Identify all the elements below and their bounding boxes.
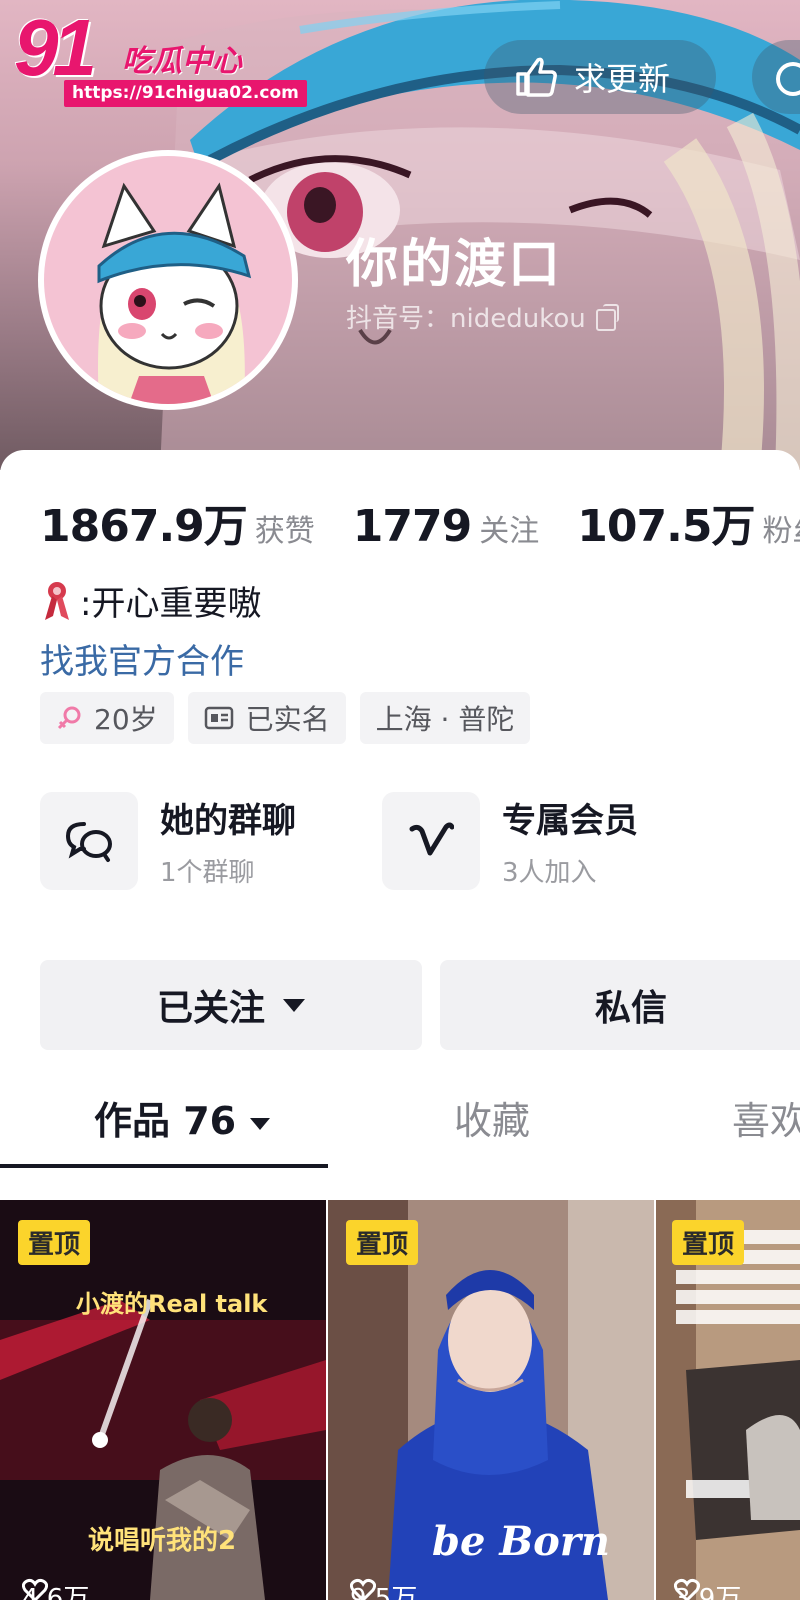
tag-location: 上海 · 普陀 [359,692,531,744]
ribbon-icon [45,581,69,620]
female-icon [57,706,81,730]
membership-title: 专属会员 [502,801,638,841]
id-card-icon [204,706,233,730]
bio-text: :开心重要嗷 [80,584,262,624]
chat-bubbles-icon [65,822,112,862]
tab-likes-label: 喜欢 [732,1099,800,1143]
pointing-hand-icon [516,57,557,97]
cooperation-link[interactable]: 找我官方合作 [40,634,244,683]
profile-nickname: 你的渡口 [346,235,563,295]
heart-icon [350,1578,376,1600]
request-update-button[interactable]: 求更新 [484,40,716,114]
pinned-badge: 置顶 [18,1220,91,1265]
tab-favorites[interactable]: 收藏 [454,1090,530,1145]
active-tab-indicator [0,1164,328,1168]
pinned-badge: 置顶 [672,1220,745,1265]
stat-following[interactable]: 1779 关注 [353,501,539,552]
group-chat-icon-box [40,792,138,890]
tab-likes[interactable]: 喜欢 [732,1090,800,1145]
stat-value: 107.5万 [577,501,755,552]
tag-verified: 已实名 [187,692,346,744]
message-label: 私信 [594,988,667,1029]
video-grid: 置顶 小渡的Real talk 说唱听我的2 4.6万 置顶 be Born 9… [0,1200,800,1600]
stat-label: 获赞 [254,514,315,549]
followed-button[interactable]: 已关注 [40,960,422,1050]
stat-value: 1867.9万 [40,501,248,552]
followed-label: 已关注 [156,988,265,1029]
membership-entry[interactable]: 专属会员 3人加入 [382,792,724,890]
stat-likes[interactable]: 1867.9万 获赞 [40,490,315,554]
video-thumbnail[interactable]: 置顶 3.9万 [656,1200,800,1600]
profile-actions: 已关注 私信 [40,960,800,1050]
watermark-url: https://91chigua02.com [64,80,307,107]
video-like-count: 9.5万 [350,1578,417,1600]
video-like-count: 4.6万 [22,1578,89,1600]
stat-followers[interactable]: 107.5万 粉丝 [577,490,800,554]
profile-tabs: 作品 76 收藏 喜欢 [0,1090,800,1170]
video-caption-bottom: 说唱听我的2 [88,1526,237,1556]
hoodie-text: be Born [432,1518,610,1565]
stat-label: 粉丝 [762,514,800,549]
heart-icon [674,1578,700,1600]
heart-icon [22,1578,48,1600]
message-button[interactable]: 私信 [440,960,800,1050]
vip-v-icon [409,822,454,856]
douyin-id-text: 抖音号：nidedukou [346,304,586,334]
profile-tags: 20岁 已实名 上海 · 普陀 [40,692,531,744]
stat-value: 1779 [352,501,472,552]
bio: :开心重要嗷 [42,576,261,625]
video-thumbnail[interactable]: 置顶 小渡的Real talk 说唱听我的2 4.6万 [0,1200,326,1600]
watermark-number: 91 [14,3,97,92]
tag-location-text: 上海 · 普陀 [375,703,515,736]
pinned-badge: 置顶 [346,1220,419,1265]
copy-icon[interactable] [595,303,619,331]
video-thumbnail[interactable]: 置顶 be Born 9.5万 [328,1200,654,1600]
avatar[interactable] [38,150,298,410]
profile-stats: 1867.9万 获赞 1779 关注 107.5万 粉丝 [40,490,800,554]
tab-works[interactable]: 作品 76 [94,1090,271,1145]
profile-entries: 她的群聊 1个群聊 专属会员 3人加入 [40,792,724,890]
group-chat-entry[interactable]: 她的群聊 1个群聊 [40,792,382,890]
stat-label: 关注 [479,514,540,549]
video-like-count: 3.9万 [674,1578,741,1600]
group-chat-subtitle: 1个群聊 [160,858,255,888]
watermark-name: 吃瓜中心 [122,44,242,79]
tag-age: 20岁 [40,692,174,744]
douyin-id[interactable]: 抖音号：nidedukou [346,298,619,335]
tab-works-label: 作品 76 [94,1099,237,1143]
avatar-image [44,156,292,404]
membership-subtitle: 3人加入 [502,858,597,888]
membership-icon-box [382,792,480,890]
tab-favorites-label: 收藏 [454,1099,531,1143]
tag-verified-text: 已实名 [245,703,330,736]
group-chat-title: 她的群聊 [160,801,296,841]
tag-age-text: 20岁 [94,703,158,736]
caret-down-icon [283,998,305,1012]
caret-down-icon [250,1117,271,1130]
request-update-label: 求更新 [574,60,671,98]
profile-banner: 91 吃瓜中心 https://91chigua02.com 求更新 你的渡口 [0,0,800,470]
video-caption-top: 小渡的Real talk [76,1290,268,1318]
search-icon [776,62,800,96]
